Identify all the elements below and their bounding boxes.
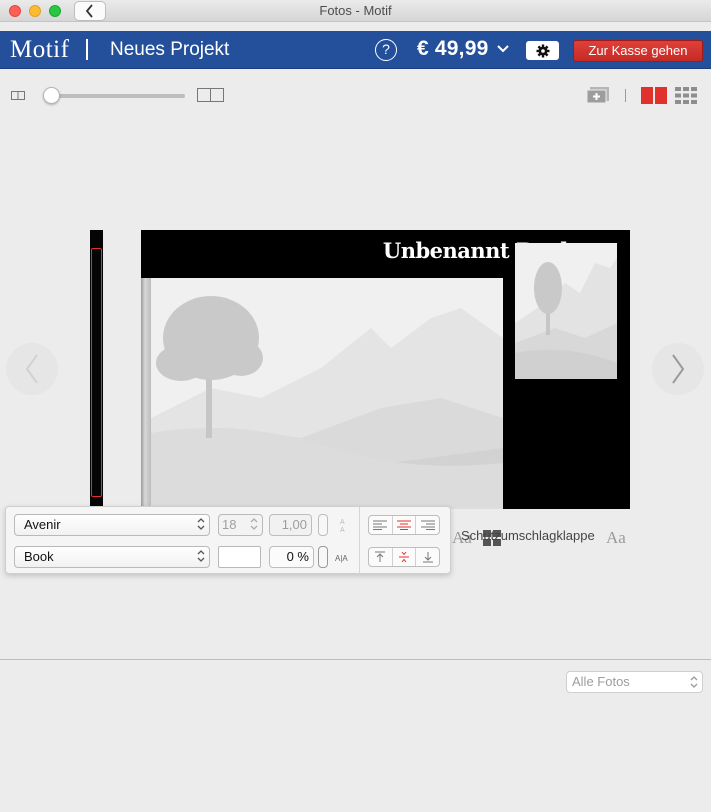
line-spacing-icon: AA [340, 519, 345, 533]
book-title-text[interactable]: Unbenannt Buch [141, 238, 576, 263]
tracking-stepper[interactable] [318, 546, 328, 568]
page-edge [141, 278, 151, 509]
photo-browser-divider[interactable] [0, 659, 711, 660]
zoom-slider-track[interactable] [44, 94, 185, 98]
zoom-in-pages-icon[interactable] [197, 88, 224, 102]
add-page-icon[interactable] [586, 86, 610, 104]
chevron-right-icon [672, 354, 685, 384]
header-divider [86, 39, 88, 60]
align-left-icon [373, 520, 388, 530]
updown-chevron-icon [250, 518, 258, 530]
brand-logo: Motif [10, 36, 70, 63]
cover-photo-placeholder[interactable] [151, 278, 503, 509]
svg-text:A: A [340, 519, 345, 526]
checkout-button[interactable]: Zur Kasse gehen [573, 40, 703, 62]
align-top-icon [375, 551, 386, 562]
zoom-out-pages-icon[interactable] [11, 91, 25, 100]
chevron-down-icon[interactable] [497, 44, 509, 54]
text-format-palette: Avenir Book 18 1,00 AA 0 % A|A [5, 506, 451, 575]
updown-chevron-icon [197, 518, 205, 530]
font-style-select[interactable]: Book [14, 546, 210, 568]
align-middle-icon [399, 551, 409, 563]
font-family-value: Avenir [24, 517, 61, 532]
text-color-well[interactable] [218, 546, 261, 568]
next-page-button[interactable] [652, 343, 704, 395]
spine-text-selection[interactable] [91, 248, 102, 497]
gear-icon [536, 44, 549, 57]
previous-page-button[interactable] [6, 343, 58, 395]
font-size-select[interactable]: 18 [218, 514, 263, 536]
palette-divider [359, 507, 360, 575]
tracking-icon: A|A [335, 554, 348, 563]
line-spacing-field[interactable]: 1,00 [269, 514, 312, 536]
flap-photo-placeholder[interactable] [515, 243, 617, 379]
spread-view-icon[interactable] [641, 87, 667, 104]
align-top-button[interactable] [369, 548, 393, 566]
settings-button[interactable] [526, 41, 559, 60]
chevron-left-icon [25, 354, 38, 384]
font-preview-right[interactable]: Aa [606, 528, 626, 548]
line-spacing-stepper[interactable] [318, 514, 328, 536]
updown-chevron-icon [690, 676, 698, 688]
window-title: Fotos - Motif [319, 3, 392, 18]
align-bottom-button[interactable] [416, 548, 439, 566]
align-middle-button[interactable] [393, 548, 417, 566]
align-right-icon [420, 520, 435, 530]
grid-view-icon[interactable] [675, 87, 697, 104]
updown-chevron-icon [197, 550, 205, 562]
horizontal-alignment-control[interactable] [368, 515, 440, 535]
font-size-value: 18 [222, 517, 237, 532]
window-titlebar: Fotos - Motif [0, 0, 711, 22]
font-style-value: Book [24, 549, 54, 564]
photo-filter-value: Alle Fotos [572, 674, 630, 689]
vertical-alignment-control[interactable] [368, 547, 440, 567]
svg-text:A: A [340, 527, 345, 533]
zoom-slider-thumb[interactable] [42, 87, 60, 104]
spread-label: Schutzumschlagklappe [461, 528, 595, 543]
align-bottom-icon [422, 552, 433, 563]
photo-filter-select[interactable]: Alle Fotos [566, 671, 703, 693]
toolbar-divider [625, 89, 626, 102]
help-button[interactable]: ? [375, 39, 397, 61]
app-header: Motif Neues Projekt ? € 49,99 Zur Kasse … [0, 31, 711, 69]
font-family-select[interactable]: Avenir [14, 514, 210, 536]
svg-text:A|A: A|A [335, 554, 348, 563]
align-center-icon [397, 520, 411, 530]
price-display[interactable]: € 49,99 [417, 37, 488, 61]
tracking-field[interactable]: 0 % [269, 546, 314, 568]
project-name[interactable]: Neues Projekt [110, 39, 229, 61]
align-right-button[interactable] [416, 516, 439, 534]
align-center-button[interactable] [393, 516, 417, 534]
align-left-button[interactable] [369, 516, 393, 534]
